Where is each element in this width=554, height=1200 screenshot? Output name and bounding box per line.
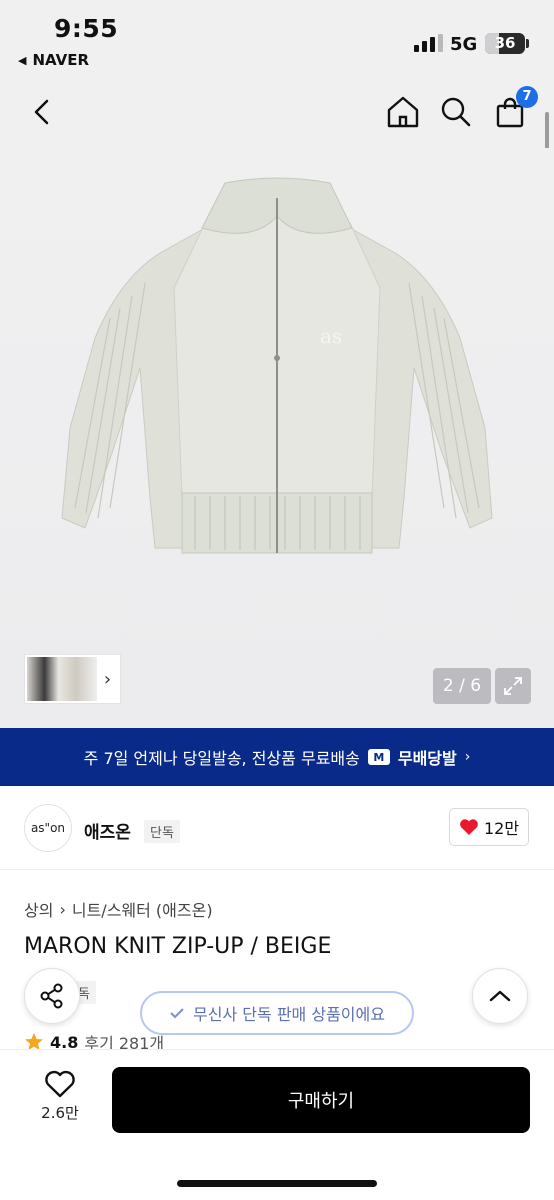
free-shipping-banner[interactable]: 주 7일 언제나 당일발송, 전상품 무료배송 M 무배당발 ›	[0, 728, 554, 786]
breadcrumb-category[interactable]: 상의	[24, 897, 53, 921]
status-time: 9:55	[54, 14, 119, 43]
share-icon	[40, 983, 63, 1009]
breadcrumb: 상의 › 니트/스웨터 (애즈온)	[24, 897, 213, 921]
battery-icon: 36	[485, 33, 525, 54]
banner-promo-label: 무배당발	[397, 749, 457, 768]
model-thumbnail-image	[27, 657, 97, 701]
brand-like-count: 12만	[483, 819, 520, 838]
heart-outline-icon	[45, 1070, 75, 1098]
search-button[interactable]	[436, 92, 476, 132]
back-arrow-icon: ◀	[18, 53, 27, 67]
home-indicator[interactable]	[177, 1180, 377, 1187]
breadcrumb-subcategory[interactable]: 니트/스웨터 (애즈온)	[72, 897, 213, 921]
chevron-right-icon: ›	[103, 668, 112, 690]
back-app-label: NAVER	[32, 51, 90, 69]
chevron-up-icon	[489, 990, 511, 1002]
signal-icon	[414, 34, 443, 52]
heart-filled-icon	[460, 819, 478, 835]
scroll-to-top-button[interactable]	[472, 968, 528, 1024]
brand-row: as"on 애즈온 단독 12만	[0, 786, 554, 870]
chevron-left-icon	[34, 99, 49, 125]
image-counter: 2 / 6	[433, 668, 491, 704]
exclusive-notice-text: 무신사 단독 판매 상품이에요	[193, 1005, 385, 1024]
garment-logo: as	[320, 324, 342, 348]
home-icon	[387, 96, 419, 128]
product-image: as	[61, 177, 493, 554]
expand-icon	[504, 677, 522, 695]
wishlist-button[interactable]: 2.6만	[30, 1070, 90, 1123]
model-thumbnail-link[interactable]: ›	[24, 654, 121, 704]
wishlist-count: 2.6만	[41, 1104, 79, 1122]
back-button[interactable]	[22, 92, 62, 132]
brand-name[interactable]: 애즈온	[84, 818, 131, 843]
home-button[interactable]	[383, 92, 423, 132]
cart-count-badge: 7	[516, 86, 538, 108]
cart-button[interactable]: 7	[490, 86, 538, 132]
product-image-gallery[interactable]: as › 2 / 6	[0, 148, 554, 728]
top-nav: 7	[0, 78, 554, 148]
banner-text: 주 7일 언제나 당일발송, 전상품 무료배송	[83, 749, 360, 768]
battery-cap	[526, 39, 529, 48]
musinsa-delivery-logo: M	[367, 749, 390, 765]
chevron-right-icon: ›	[464, 749, 471, 765]
network-label: 5G	[450, 34, 478, 55]
battery-percent: 36	[494, 34, 516, 52]
bottom-action-bar: 2.6만 구매하기	[0, 1049, 554, 1200]
buy-button[interactable]: 구매하기	[112, 1067, 530, 1133]
exclusive-notice-pill: 무신사 단독 판매 상품이에요	[140, 991, 414, 1035]
check-icon	[170, 1008, 184, 1019]
brand-logo[interactable]: as"on	[24, 804, 72, 852]
status-bar: 9:55 ◀ NAVER 5G 36	[0, 0, 554, 78]
breadcrumb-separator-icon: ›	[59, 899, 66, 919]
expand-image-button[interactable]	[495, 668, 531, 704]
back-to-app-link[interactable]: ◀ NAVER	[18, 51, 89, 69]
share-button[interactable]	[24, 968, 80, 1024]
exclusive-tag: 단독	[144, 820, 180, 843]
product-title: MARON KNIT ZIP-UP / BEIGE	[24, 934, 332, 959]
search-icon	[441, 97, 471, 127]
brand-like-button[interactable]: 12만	[449, 808, 529, 846]
